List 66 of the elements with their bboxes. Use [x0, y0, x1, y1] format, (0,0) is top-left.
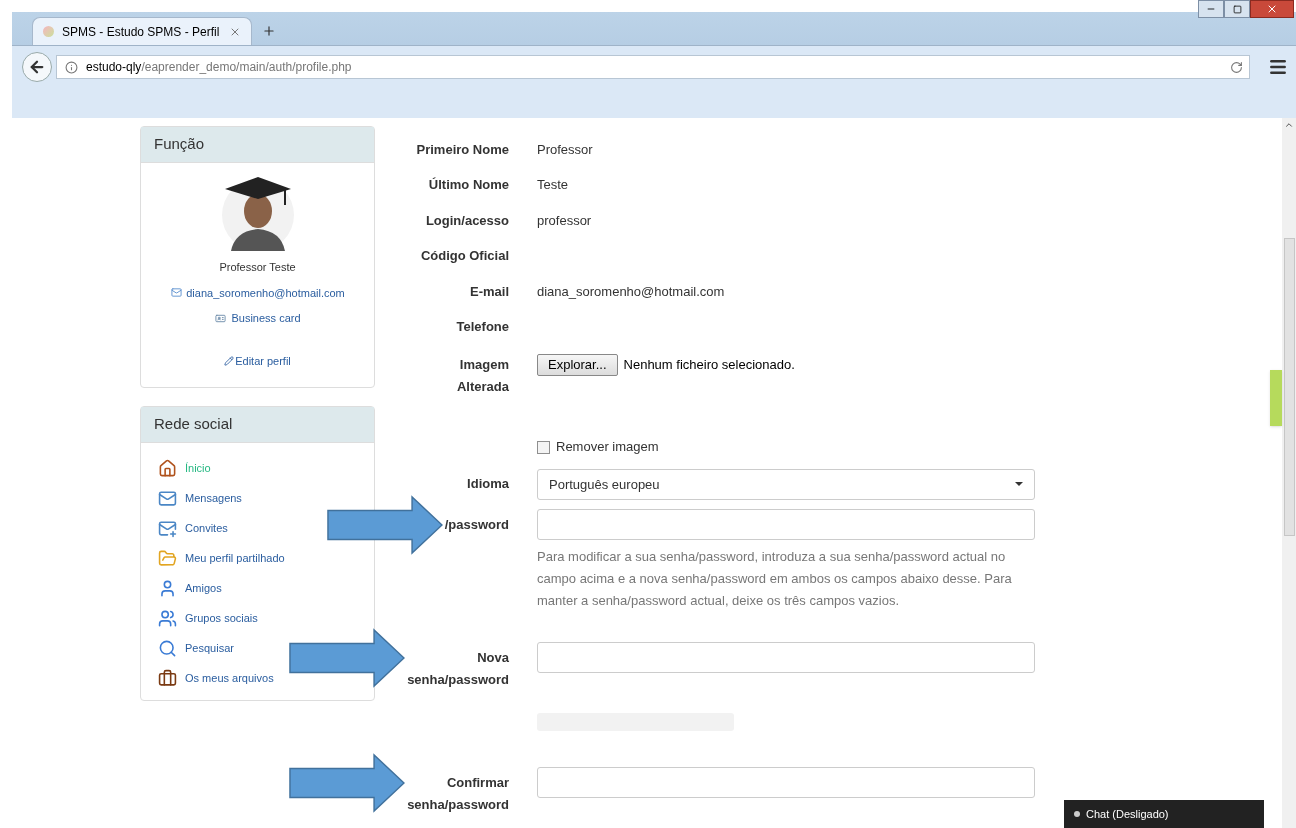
panel-title: Função [154, 134, 205, 155]
panel-title: Rede social [154, 414, 233, 435]
password-field[interactable] [537, 509, 1035, 540]
envelope-icon [158, 489, 177, 508]
maximize-button[interactable] [1224, 0, 1250, 18]
business-card-link[interactable]: Business card [214, 310, 301, 327]
person-icon [158, 579, 177, 598]
social-menu-item[interactable]: Mensagens [158, 489, 242, 508]
language-select[interactable]: Português europeu [537, 468, 1035, 500]
field-label: E-mail [470, 282, 509, 301]
close-icon [1266, 3, 1278, 15]
social-menu-item[interactable]: Amigos [158, 579, 222, 598]
social-menu-item[interactable]: Pesquisar [158, 639, 234, 658]
field-label: /password [444, 516, 509, 534]
field-label: Login/acesso [425, 211, 509, 230]
field-label: Imagem Alterada [455, 355, 509, 396]
briefcase-icon [158, 669, 177, 688]
envelope-icon [170, 287, 184, 299]
social-menu-item[interactable]: Meu perfil partilhado [158, 549, 285, 568]
scrollbar-thumb[interactable] [1283, 238, 1295, 536]
site-favicon [43, 26, 54, 37]
file-status: Nenhum ficheiro selecionado. [623, 355, 795, 374]
field-label: Código Oficial [420, 247, 509, 266]
browse-button[interactable]: Explorar... [537, 353, 618, 376]
address-bar[interactable]: estudo-qly/eaprender_demo/main/auth/profile.php [56, 55, 1250, 79]
search-icon [158, 639, 177, 658]
email-link[interactable]: diana_soromenho@hotmail.com [170, 284, 345, 301]
edit-profile-link[interactable]: Editar perfil [224, 352, 291, 369]
chat-label: Chat (Desligado) [1086, 806, 1169, 822]
field-label: Último Nome [428, 176, 509, 195]
social-menu-item[interactable]: Os meus arquivos [158, 669, 274, 688]
checkbox[interactable] [537, 440, 550, 454]
field-value: diana_soromenho@hotmail.com [537, 282, 725, 301]
folder-icon [158, 549, 177, 568]
id-card-icon [214, 312, 228, 324]
pencil-icon [224, 355, 235, 366]
checkbox-label: Remover imagem [556, 438, 659, 457]
field-value: professor [537, 211, 592, 230]
back-button[interactable] [22, 52, 52, 82]
user-name: Professor Teste [219, 260, 296, 275]
maximize-icon [1232, 4, 1242, 14]
scroll-up-icon[interactable] [1284, 120, 1294, 130]
password-field[interactable] [537, 642, 1035, 673]
field-value: Professor [537, 141, 593, 159]
field-label: Idioma [467, 475, 509, 494]
field-label: Nova senha/password [407, 649, 509, 689]
house-icon [158, 459, 177, 478]
info-icon[interactable] [65, 60, 78, 74]
field-label: Primeiro Nome [416, 141, 509, 159]
field-label: Confirmar senha/password [407, 774, 509, 814]
browser-tab[interactable]: SPMS - Estudo SPMS - Perfil [32, 17, 252, 45]
chat-bar[interactable]: Chat (Desligado) [1064, 800, 1264, 828]
people-icon [158, 609, 177, 628]
field-label: Telefone [456, 318, 509, 337]
social-menu-item[interactable]: Grupos sociais [158, 609, 258, 628]
envelope-icon [158, 519, 177, 538]
reload-icon[interactable] [1230, 60, 1243, 74]
help-text: Para modificar a sua senha/password, introduza a sua senha/password actual no campo acima e a nova senha/password em ambos os campos abaixo desse. Para manter a senha/password actual, deixe os três campos vazios. [537, 548, 1013, 610]
field-value: Teste [537, 176, 569, 195]
close-button[interactable] [1250, 0, 1294, 18]
password-field[interactable] [537, 767, 1035, 798]
minimize-button[interactable] [1198, 0, 1224, 18]
new-tab-icon[interactable] [262, 24, 276, 38]
caret-icon [1015, 482, 1023, 487]
social-menu-item[interactable]: Convites [158, 519, 228, 538]
menu-icon[interactable] [1268, 57, 1288, 77]
